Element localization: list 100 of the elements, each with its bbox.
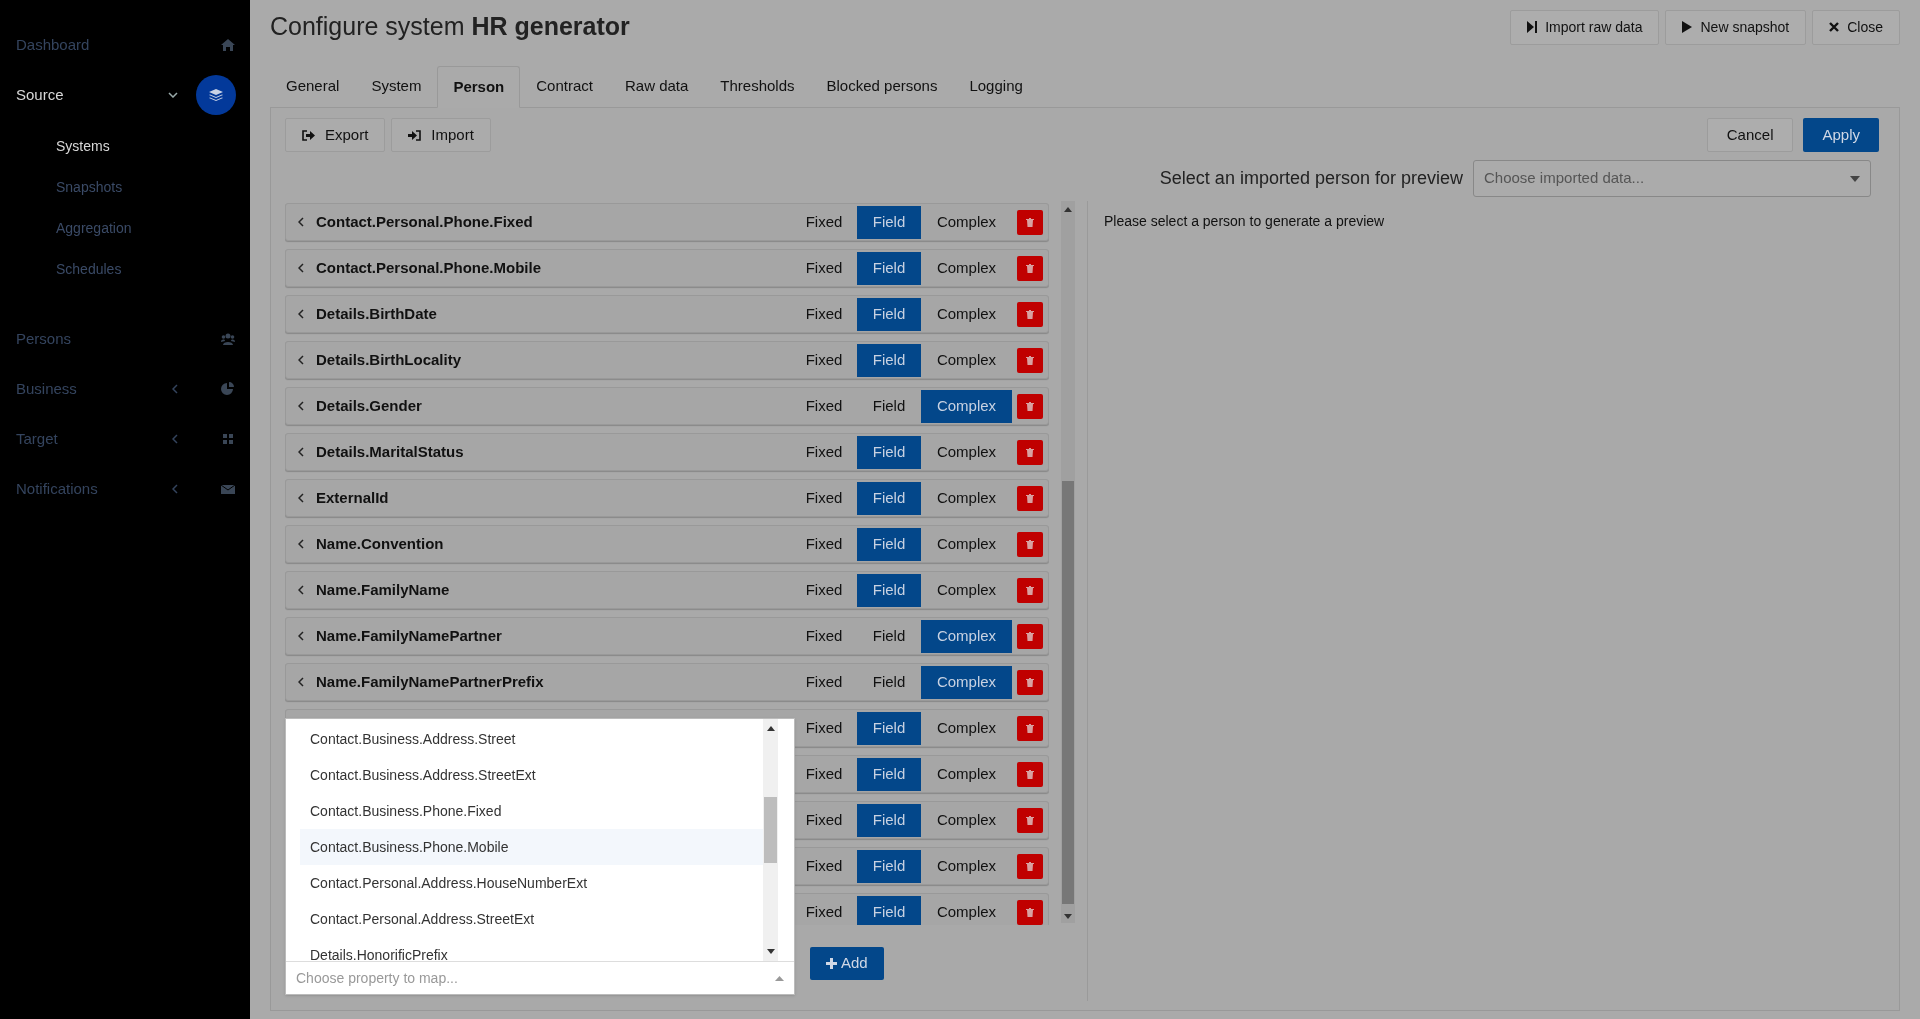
chevron-left-icon[interactable] [298, 217, 304, 227]
mode-option[interactable]: Complex [921, 435, 1012, 469]
mode-option[interactable]: Complex [921, 619, 1012, 653]
mode-option[interactable]: Field [857, 849, 921, 883]
delete-button[interactable] [1017, 393, 1043, 419]
mode-option[interactable]: Fixed [791, 757, 857, 791]
dropdown-option[interactable]: Contact.Business.Phone.Mobile [300, 829, 763, 865]
mode-option[interactable]: Field [857, 205, 921, 239]
mode-option[interactable]: Complex [921, 573, 1012, 607]
mode-option[interactable]: Complex [921, 895, 1012, 925]
mode-option[interactable]: Fixed [791, 435, 857, 469]
delete-button[interactable] [1017, 577, 1043, 603]
delete-button[interactable] [1017, 623, 1043, 649]
mode-option[interactable]: Fixed [791, 803, 857, 837]
mode-option[interactable]: Field [857, 665, 921, 699]
mode-option[interactable]: Complex [921, 527, 1012, 561]
chevron-left-icon[interactable] [298, 263, 304, 273]
mode-option[interactable]: Fixed [791, 389, 857, 423]
delete-button[interactable] [1017, 761, 1043, 787]
mode-option[interactable]: Fixed [791, 251, 857, 285]
import-button[interactable]: Import [391, 118, 491, 152]
mode-option[interactable]: Fixed [791, 297, 857, 331]
chevron-left-icon[interactable] [298, 631, 304, 641]
delete-button[interactable] [1017, 209, 1043, 235]
mode-option[interactable]: Complex [921, 665, 1012, 699]
mode-option[interactable]: Fixed [791, 711, 857, 745]
delete-button[interactable] [1017, 715, 1043, 741]
chevron-left-icon[interactable] [298, 447, 304, 457]
tab[interactable]: Raw data [608, 65, 705, 107]
mode-option[interactable]: Complex [921, 757, 1012, 791]
scrollbar[interactable] [1061, 201, 1075, 923]
delete-button[interactable] [1017, 301, 1043, 327]
mode-option[interactable]: Fixed [791, 849, 857, 883]
delete-button[interactable] [1017, 807, 1043, 833]
mode-option[interactable]: Field [857, 527, 921, 561]
apply-button[interactable]: Apply [1803, 118, 1879, 152]
mode-option[interactable]: Field [857, 251, 921, 285]
mode-option[interactable]: Field [857, 297, 921, 331]
mode-option[interactable]: Fixed [791, 619, 857, 653]
delete-button[interactable] [1017, 439, 1043, 465]
mode-option[interactable]: Field [857, 435, 921, 469]
chevron-left-icon[interactable] [298, 585, 304, 595]
tab[interactable]: Blocked persons [810, 65, 954, 107]
mode-option[interactable]: Field [857, 389, 921, 423]
export-button[interactable]: Export [285, 118, 386, 152]
mode-option[interactable]: Complex [921, 481, 1012, 515]
mode-option[interactable]: Complex [921, 849, 1012, 883]
cancel-button[interactable]: Cancel [1706, 118, 1794, 152]
dropdown-option[interactable]: Contact.Personal.Address.HouseNumberExt [300, 865, 763, 901]
mode-option[interactable]: Field [857, 803, 921, 837]
dropdown-option[interactable]: Contact.Business.Phone.Fixed [300, 793, 763, 829]
delete-button[interactable] [1017, 347, 1043, 373]
mode-option[interactable]: Field [857, 619, 921, 653]
chevron-left-icon[interactable] [298, 401, 304, 411]
chevron-left-icon[interactable] [298, 493, 304, 503]
mode-option[interactable]: Field [857, 757, 921, 791]
delete-button[interactable] [1017, 485, 1043, 511]
mode-option[interactable]: Field [857, 481, 921, 515]
mode-option[interactable]: Complex [921, 297, 1012, 331]
header-button[interactable]: Import raw data [1510, 9, 1660, 45]
mode-option[interactable]: Fixed [791, 527, 857, 561]
header-button[interactable]: New snapshot [1665, 9, 1807, 45]
dropdown-scrollbar[interactable] [763, 719, 778, 961]
mode-option[interactable]: Field [857, 711, 921, 745]
mode-option[interactable]: Complex [921, 389, 1012, 423]
mode-option[interactable]: Fixed [791, 481, 857, 515]
mode-option[interactable]: Fixed [791, 343, 857, 377]
mode-option[interactable]: Fixed [791, 573, 857, 607]
mode-option[interactable]: Fixed [791, 205, 857, 239]
mode-option[interactable]: Complex [921, 803, 1012, 837]
dropdown-option[interactable]: Contact.Business.Address.StreetExt [300, 757, 763, 793]
sidebar-item[interactable]: Source [16, 83, 168, 107]
mode-option[interactable]: Complex [921, 343, 1012, 377]
mode-option[interactable]: Complex [921, 205, 1012, 239]
delete-button[interactable] [1017, 669, 1043, 695]
dropdown-option[interactable]: Contact.Business.Address.Street [300, 721, 763, 757]
scroll-thumb[interactable] [1062, 481, 1074, 904]
add-button[interactable]: Add [810, 947, 884, 980]
delete-button[interactable] [1017, 899, 1043, 925]
chevron-left-icon[interactable] [298, 539, 304, 549]
chevron-left-icon[interactable] [298, 309, 304, 319]
mode-option[interactable]: Field [857, 343, 921, 377]
tab[interactable]: Contract [520, 65, 609, 107]
tab[interactable]: General [270, 65, 356, 107]
sidebar-subitem[interactable]: Systems [56, 136, 110, 157]
delete-button[interactable] [1017, 531, 1043, 557]
tab[interactable]: System [355, 65, 438, 107]
mode-option[interactable]: Fixed [791, 665, 857, 699]
scroll-thumb[interactable] [764, 797, 777, 863]
header-button[interactable]: Close [1812, 9, 1900, 45]
tab[interactable]: Thresholds [704, 65, 811, 107]
tab[interactable]: Logging [953, 65, 1039, 107]
chevron-left-icon[interactable] [298, 677, 304, 687]
delete-button[interactable] [1017, 853, 1043, 879]
mode-option[interactable]: Field [857, 895, 921, 925]
mode-option[interactable]: Complex [921, 251, 1012, 285]
mode-option[interactable]: Fixed [791, 895, 857, 925]
delete-button[interactable] [1017, 255, 1043, 281]
tab[interactable]: Person [437, 66, 521, 108]
dropdown-option[interactable]: Contact.Personal.Address.StreetExt [300, 901, 763, 937]
